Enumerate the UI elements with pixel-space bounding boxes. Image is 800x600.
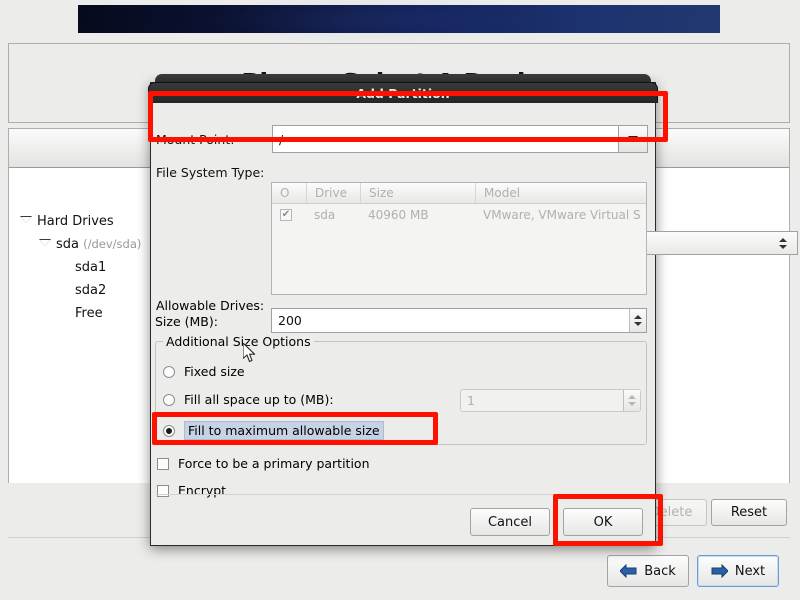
arrow-right-icon xyxy=(711,564,728,578)
header-banner xyxy=(78,0,720,45)
dialog-title: Add Partition xyxy=(356,85,450,101)
next-button-label: Next xyxy=(734,563,766,579)
dialog-titlebar[interactable]: Add Partition xyxy=(148,82,658,103)
drive-checkbox-sda[interactable]: ✔ xyxy=(280,209,292,221)
chevron-expanded-icon[interactable] xyxy=(20,216,32,223)
chevron-expanded-icon[interactable] xyxy=(39,239,51,246)
size-label: Size (MB): xyxy=(155,314,218,329)
drives-table-row[interactable]: ✔ sda 40960 MB VMware, VMware Virtual S xyxy=(272,204,646,226)
mount-point-label: Mount Point: xyxy=(156,132,235,147)
drives-table-header: O Drive Size Model xyxy=(272,183,646,204)
size-input[interactable]: 200 xyxy=(272,313,629,328)
tree-item-label: Free xyxy=(75,306,103,321)
column-header-check: O xyxy=(280,186,290,200)
tree-item-hard-drives[interactable]: Hard Drives xyxy=(20,214,114,229)
mount-point-combobox[interactable]: / xyxy=(272,125,648,153)
fs-type-label-wrap: File System Type: xyxy=(156,165,264,180)
tree-item-label: sda1 xyxy=(75,260,107,275)
radio-fill-all-space[interactable]: Fill all space up to (MB): xyxy=(163,392,334,407)
tree-item-sda[interactable]: sda (/dev/sda) xyxy=(39,237,142,252)
drive-name: sda xyxy=(314,208,336,222)
checkbox-force-primary[interactable]: Force to be a primary partition xyxy=(157,456,370,471)
back-button[interactable]: Back xyxy=(607,555,689,587)
ok-button[interactable]: OK xyxy=(563,508,643,536)
tree-item-sda1[interactable]: sda1 xyxy=(75,260,106,275)
spinner-updown-icon xyxy=(623,390,640,411)
fill-all-space-spinbox: 1 xyxy=(460,389,641,412)
tree-item-label: sda2 xyxy=(75,283,107,298)
drive-size: 40960 MB xyxy=(368,208,429,222)
radio-fill-to-maximum-label: Fill to maximum allowable size xyxy=(184,421,384,440)
tree-item-label: Hard Drives xyxy=(37,214,114,229)
tree-item-label: sda xyxy=(56,237,79,252)
radio-icon-selected[interactable] xyxy=(163,424,175,437)
arrow-left-icon xyxy=(620,564,637,578)
checkbox-encrypt-label: Encrypt xyxy=(178,483,227,498)
column-header-drive: Drive xyxy=(306,183,360,203)
mouse-cursor xyxy=(243,343,256,363)
drive-model: VMware, VMware Virtual S xyxy=(483,208,641,222)
chevron-down-icon[interactable] xyxy=(618,126,647,152)
next-button[interactable]: Next xyxy=(697,555,779,587)
mount-point-label-wrap: Mount Point: xyxy=(156,132,234,147)
fill-all-space-input: 1 xyxy=(467,393,475,408)
column-header-size: Size xyxy=(360,183,475,203)
allowable-drives-label: Allowable Drives: xyxy=(156,298,265,313)
spinner-updown-icon[interactable] xyxy=(775,232,791,254)
tree-item-free[interactable]: Free xyxy=(75,306,103,321)
radio-fill-to-maximum[interactable]: Fill to maximum allowable size xyxy=(163,421,384,440)
cancel-button[interactable]: Cancel xyxy=(470,508,550,536)
additional-size-options-legend: Additional Size Options xyxy=(163,334,314,349)
radio-fixed-size[interactable]: Fixed size xyxy=(163,364,245,379)
tree-item-detail: (/dev/sda) xyxy=(83,237,142,251)
dialog-button-divider xyxy=(156,494,646,495)
tree-item-sda2[interactable]: sda2 xyxy=(75,283,106,298)
spinner-updown-icon[interactable] xyxy=(629,309,646,332)
radio-icon-unselected[interactable] xyxy=(163,365,175,378)
mount-point-input[interactable]: / xyxy=(273,132,618,147)
reset-button[interactable]: Reset xyxy=(711,499,787,526)
checkbox-force-primary-label: Force to be a primary partition xyxy=(178,456,370,471)
radio-fixed-size-label: Fixed size xyxy=(184,364,245,379)
back-button-label: Back xyxy=(644,563,676,579)
checkbox-icon-unchecked[interactable] xyxy=(157,457,169,470)
radio-icon-unselected[interactable] xyxy=(163,393,175,406)
file-system-type-label: File System Type: xyxy=(156,165,265,180)
allowable-drives-list[interactable]: O Drive Size Model ✔ sda 40960 MB VMware… xyxy=(271,182,647,295)
checkbox-encrypt[interactable]: Encrypt xyxy=(157,483,226,498)
size-spinbox[interactable]: 200 xyxy=(271,308,647,333)
radio-fill-all-space-label: Fill all space up to (MB): xyxy=(184,392,334,407)
column-header-model: Model xyxy=(475,183,646,203)
